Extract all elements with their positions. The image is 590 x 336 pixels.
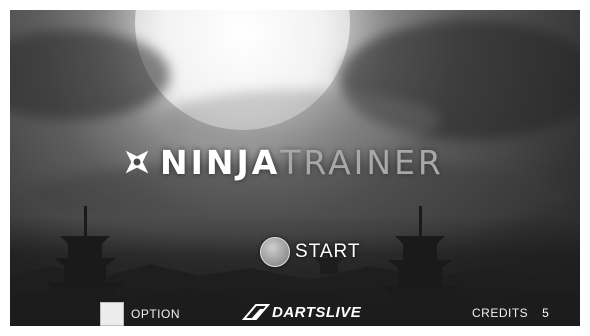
- dartslive-text: DARTSLIVE: [272, 303, 362, 321]
- credits-display: CREDITS 5: [472, 306, 549, 320]
- dartslive-logo: DARTSLIVE: [242, 303, 361, 321]
- option-square-icon: [100, 302, 124, 326]
- option-label: OPTION: [131, 307, 181, 321]
- logo-trainer-text: TRAINER: [280, 142, 444, 182]
- option-button[interactable]: OPTION: [100, 302, 180, 326]
- start-circle-icon: [260, 237, 290, 267]
- game-logo: NINJA TRAINER: [120, 142, 444, 182]
- dartslive-mark-icon: [242, 304, 270, 320]
- logo-ninja-text: NINJA: [160, 142, 281, 182]
- credits-label: CREDITS: [472, 306, 529, 320]
- credits-count: 5: [542, 306, 549, 320]
- game-screen: NINJA TRAINER START OPTION DARTSLIVE CRE…: [10, 10, 580, 326]
- shuriken-icon: [125, 150, 149, 174]
- cloud: [160, 90, 440, 150]
- start-label: START: [295, 241, 361, 262]
- start-button[interactable]: START: [260, 237, 361, 267]
